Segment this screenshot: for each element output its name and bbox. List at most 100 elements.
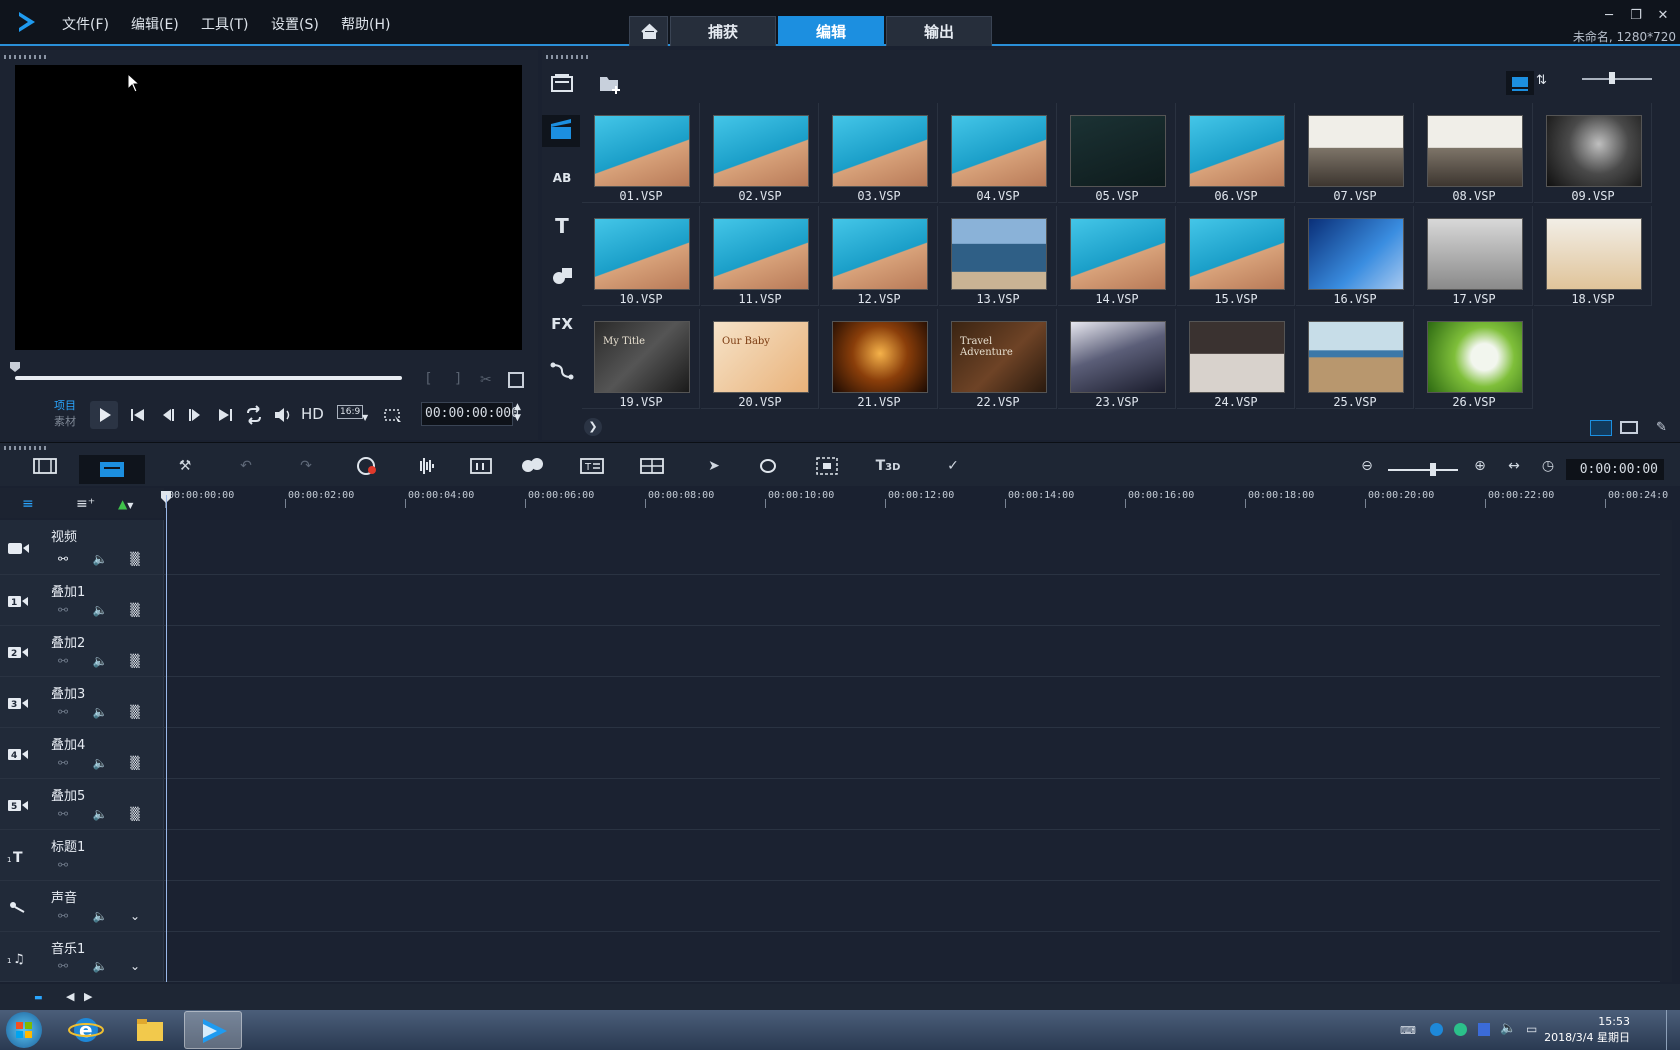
track-volume-icon[interactable]: 🔈 bbox=[92, 705, 108, 721]
track-opacity-icon[interactable]: ▒ bbox=[127, 654, 143, 670]
library-thumbnail[interactable]: 03.VSP bbox=[820, 103, 938, 203]
timecode-field[interactable]: 00:00:00:000 bbox=[421, 402, 519, 426]
track-volume-icon[interactable]: 🔈 bbox=[92, 959, 108, 975]
track-lane[interactable] bbox=[166, 779, 1660, 829]
link-icon[interactable]: ⚯ bbox=[55, 654, 71, 670]
sort-icon[interactable]: ⇅ bbox=[1536, 73, 1547, 88]
track-opacity-icon[interactable]: ▒ bbox=[127, 552, 143, 568]
library-thumbnail[interactable]: 18.VSP bbox=[1534, 206, 1652, 306]
mask-creator-icon[interactable] bbox=[755, 454, 781, 478]
library-thumbnail[interactable]: 25.VSP bbox=[1296, 309, 1414, 409]
previous-frame-icon[interactable] bbox=[157, 404, 179, 426]
library-thumbnail[interactable]: 01.VSP bbox=[582, 103, 700, 203]
auto-music-icon[interactable] bbox=[468, 454, 494, 478]
fit-project-icon[interactable]: ↔ bbox=[1501, 454, 1527, 478]
zoom-out-icon[interactable]: ⊖ bbox=[1354, 454, 1380, 478]
view-mode-1-icon[interactable] bbox=[1590, 420, 1612, 436]
track-header[interactable]: 1 叠加1 ⚯ 🔈 ▒ bbox=[0, 575, 164, 625]
link-icon[interactable]: ⚯ bbox=[55, 552, 71, 568]
thumbnail-size-slider[interactable] bbox=[1582, 78, 1652, 80]
network-icon[interactable]: ▭ bbox=[1526, 1022, 1537, 1036]
track-header[interactable]: 4 叠加4 ⚯ 🔈 ▒ bbox=[0, 728, 164, 778]
repeat-icon[interactable] bbox=[243, 404, 265, 426]
library-thumbnail[interactable]: 15.VSP bbox=[1177, 206, 1295, 306]
redo-icon[interactable]: ↷ bbox=[293, 454, 319, 478]
track-lane[interactable] bbox=[166, 575, 1660, 625]
library-thumbnail[interactable]: My Title 19.VSP bbox=[582, 309, 700, 409]
library-thumbnail[interactable]: 07.VSP bbox=[1296, 103, 1414, 203]
subtitle-editor-icon[interactable]: T bbox=[579, 454, 605, 478]
track-header[interactable]: 视频 ⚯ 🔈 ▒ bbox=[0, 520, 164, 574]
go-to-start-icon[interactable] bbox=[127, 404, 149, 426]
track-toggle-icon[interactable]: ▬ bbox=[34, 993, 43, 1003]
track-volume-icon[interactable]: 🔈 bbox=[92, 552, 108, 568]
edit-view-icon[interactable]: ✎ bbox=[1656, 420, 1667, 435]
chapter-marker-icon[interactable]: ▲▼ bbox=[118, 497, 133, 511]
go-to-end-icon[interactable] bbox=[214, 404, 236, 426]
home-tab[interactable] bbox=[629, 16, 668, 46]
filter-fx-icon[interactable]: FX bbox=[548, 310, 576, 338]
library-thumbnail[interactable]: 23.VSP bbox=[1058, 309, 1176, 409]
library-thumbnail[interactable]: 24.VSP bbox=[1177, 309, 1295, 409]
close-button[interactable]: ✕ bbox=[1654, 8, 1672, 26]
track-lane[interactable] bbox=[166, 520, 1660, 574]
tools-icon[interactable]: ⚒ bbox=[172, 454, 198, 478]
link-icon[interactable]: ⚯ bbox=[55, 705, 71, 721]
minimize-button[interactable]: ─ bbox=[1600, 8, 1618, 26]
link-icon[interactable]: ⚯ bbox=[55, 807, 71, 823]
split-scissors-icon[interactable]: ✂ bbox=[480, 372, 492, 388]
track-header[interactable]: 2 叠加2 ⚯ 🔈 ▒ bbox=[0, 626, 164, 676]
menu-file[interactable]: 文件(F) bbox=[62, 14, 109, 34]
media-library-icon[interactable] bbox=[548, 70, 576, 98]
track-header[interactable]: 1 ♫ 音乐1 ⚯ 🔈 ⌄ bbox=[0, 932, 164, 981]
timecode-stepper[interactable]: ▲ ▼ bbox=[514, 402, 521, 424]
scrub-bar[interactable] bbox=[15, 376, 402, 380]
library-thumbnail[interactable]: 02.VSP bbox=[701, 103, 819, 203]
view-mode-2-icon[interactable] bbox=[1620, 421, 1638, 434]
time-remapping-icon[interactable]: ➤ bbox=[701, 454, 727, 478]
timeline-ruler[interactable]: 00:00:00:00 00:00:02:00 00:00:04:00 00:00:0… bbox=[164, 488, 1668, 508]
show-desktop-button[interactable] bbox=[1666, 1010, 1680, 1050]
track-volume-icon[interactable]: 🔈 bbox=[92, 756, 108, 772]
link-icon[interactable]: ⚯ bbox=[55, 909, 71, 925]
track-header[interactable]: 5 叠加5 ⚯ 🔈 ▒ bbox=[0, 779, 164, 829]
scrub-handle[interactable] bbox=[9, 361, 21, 373]
tab-edit[interactable]: 编辑 bbox=[778, 16, 884, 46]
taskbar-ie[interactable]: e bbox=[60, 1012, 112, 1048]
smart-package-icon[interactable]: ✓ bbox=[940, 454, 966, 478]
timeline-view-tab[interactable] bbox=[79, 455, 145, 484]
enlarge-preview-icon[interactable] bbox=[508, 372, 524, 388]
track-lane[interactable] bbox=[166, 728, 1660, 778]
transition-icon[interactable]: AB bbox=[548, 164, 576, 192]
aspect-ratio-selector[interactable]: 16:9 bbox=[337, 405, 364, 419]
library-thumbnail[interactable]: 21.VSP bbox=[820, 309, 938, 409]
track-opacity-icon[interactable]: ▒ bbox=[127, 807, 143, 823]
track-opacity-icon[interactable]: ▒ bbox=[127, 705, 143, 721]
menu-settings[interactable]: 设置(S) bbox=[271, 14, 319, 34]
list-view-toggle[interactable] bbox=[1506, 71, 1534, 95]
library-thumbnail[interactable]: 16.VSP bbox=[1296, 206, 1414, 306]
taskbar-explorer[interactable] bbox=[124, 1012, 176, 1048]
scroll-right-icon[interactable]: ▶ bbox=[84, 990, 92, 1003]
menu-edit[interactable]: 编辑(E) bbox=[131, 14, 179, 34]
library-thumbnail[interactable]: 04.VSP bbox=[939, 103, 1057, 203]
next-frame-icon[interactable] bbox=[184, 404, 206, 426]
expand-panel-icon[interactable]: ❯ bbox=[584, 418, 602, 436]
play-button[interactable] bbox=[90, 401, 118, 429]
start-button[interactable] bbox=[6, 1012, 42, 1048]
ripple-expand-icon[interactable]: ⌄ bbox=[127, 909, 143, 925]
system-clock[interactable]: 15:53 2018/3/4 星期日 bbox=[1544, 1014, 1630, 1046]
ripple-expand-icon[interactable]: ⌄ bbox=[127, 959, 143, 975]
shield-icon[interactable] bbox=[1478, 1023, 1490, 1036]
restore-button[interactable]: ❐ bbox=[1627, 8, 1645, 26]
add-folder-icon[interactable] bbox=[598, 72, 622, 94]
taskbar-videostudio[interactable] bbox=[184, 1011, 242, 1049]
track-scrollbar[interactable] bbox=[1660, 520, 1672, 982]
library-thumbnail[interactable]: 06.VSP bbox=[1177, 103, 1295, 203]
panel-grip[interactable] bbox=[546, 55, 588, 59]
crop-mode-icon[interactable] bbox=[382, 404, 404, 426]
library-thumbnail[interactable]: 08.VSP bbox=[1415, 103, 1533, 203]
zoom-in-icon[interactable]: ⊕ bbox=[1467, 454, 1493, 478]
library-thumbnail[interactable]: 17.VSP bbox=[1415, 206, 1533, 306]
undo-icon[interactable]: ↶ bbox=[233, 454, 259, 478]
